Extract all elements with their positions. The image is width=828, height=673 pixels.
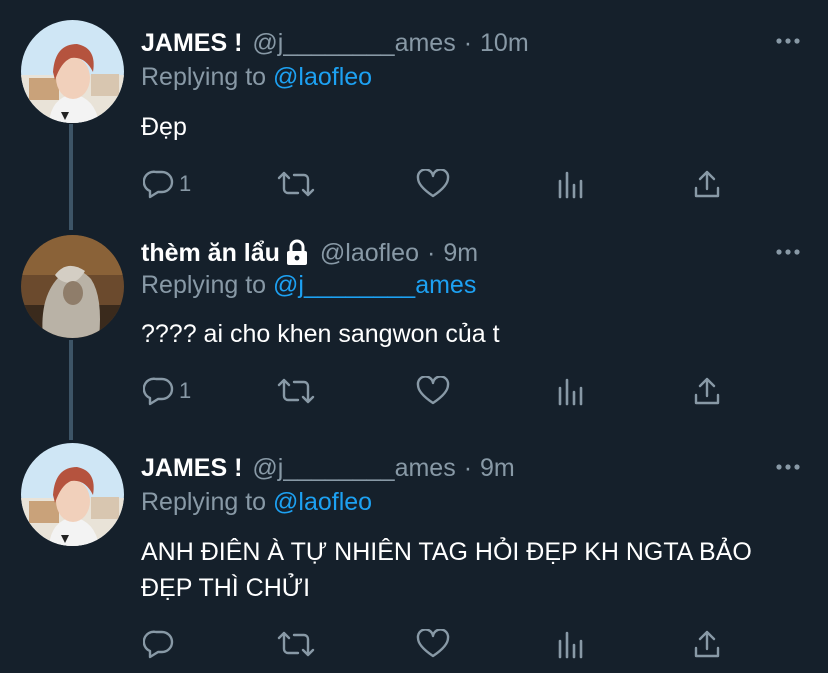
display-name[interactable]: JAMES ! bbox=[141, 29, 242, 58]
tweet-actions: 1 bbox=[0, 166, 828, 202]
more-options-icon[interactable] bbox=[776, 36, 800, 46]
reply-count: 1 bbox=[179, 171, 192, 196]
person-hoodie-avatar bbox=[21, 235, 124, 338]
tweet[interactable]: thèm ăn lẩu @laofleo · 9m Replying to @j… bbox=[0, 225, 828, 435]
avatar[interactable] bbox=[21, 443, 124, 546]
more-options-icon[interactable] bbox=[776, 462, 800, 472]
replying-to-label: Replying to bbox=[141, 63, 267, 91]
handle[interactable]: @j________ames bbox=[252, 454, 455, 483]
retweet-icon bbox=[277, 378, 315, 404]
share-button[interactable] bbox=[692, 166, 722, 202]
share-button[interactable] bbox=[692, 373, 722, 409]
tweet-text: Đẹp bbox=[141, 113, 187, 141]
mention-link[interactable]: @j________ames bbox=[273, 271, 476, 299]
tweet-actions: 1 bbox=[0, 373, 828, 409]
replying-to: Replying to @laofleo bbox=[141, 63, 372, 92]
tweet-text: ???? ai cho khen sangwon của t bbox=[141, 320, 500, 348]
separator-dot: · bbox=[426, 238, 436, 267]
mention-link[interactable]: @laofleo bbox=[273, 63, 372, 91]
tweet[interactable]: JAMES ! @j________ames · 10m Replying to… bbox=[0, 0, 828, 225]
share-icon bbox=[694, 377, 720, 405]
separator-dot: · bbox=[463, 28, 473, 57]
retweet-button[interactable] bbox=[276, 166, 320, 202]
lock-icon bbox=[284, 239, 310, 267]
avatar[interactable] bbox=[21, 235, 124, 338]
retweet-button[interactable] bbox=[276, 373, 320, 409]
like-button[interactable] bbox=[416, 166, 454, 202]
tweet[interactable]: JAMES ! @j________ames · 9m Replying to … bbox=[0, 435, 828, 673]
replying-to-label: Replying to bbox=[141, 271, 267, 299]
reply-button[interactable]: 1 bbox=[143, 166, 191, 202]
mention-link[interactable]: @laofleo bbox=[273, 488, 372, 516]
share-icon bbox=[694, 630, 720, 658]
heart-icon bbox=[416, 376, 450, 405]
more-options-icon[interactable] bbox=[776, 247, 800, 257]
reply-icon bbox=[143, 170, 174, 199]
tweet-actions bbox=[0, 626, 828, 662]
reply-button[interactable]: 1 bbox=[143, 373, 191, 409]
share-button[interactable] bbox=[692, 626, 722, 662]
tweet-thread: JAMES ! @j________ames · 10m Replying to… bbox=[0, 0, 828, 673]
replying-to-label: Replying to bbox=[141, 488, 267, 516]
retweet-icon bbox=[277, 631, 315, 657]
separator-dot: · bbox=[463, 453, 473, 482]
like-button[interactable] bbox=[416, 626, 454, 662]
tweet-header: thèm ăn lẩu @laofleo · 9m bbox=[141, 236, 478, 270]
timestamp[interactable]: 10m bbox=[480, 29, 529, 58]
like-button[interactable] bbox=[416, 373, 454, 409]
analytics-button[interactable] bbox=[556, 166, 586, 202]
person-red-hair-avatar bbox=[21, 443, 124, 546]
retweet-button[interactable] bbox=[276, 626, 320, 662]
avatar[interactable] bbox=[21, 20, 124, 123]
reply-icon bbox=[143, 630, 174, 659]
analytics-button[interactable] bbox=[556, 373, 586, 409]
handle[interactable]: @laofleo bbox=[320, 239, 419, 268]
heart-icon bbox=[416, 169, 450, 198]
handle[interactable]: @j________ames bbox=[252, 29, 455, 58]
timestamp[interactable]: 9m bbox=[480, 454, 515, 483]
analytics-icon bbox=[558, 378, 583, 406]
analytics-button[interactable] bbox=[556, 626, 586, 662]
timestamp[interactable]: 9m bbox=[443, 239, 478, 268]
replying-to: Replying to @laofleo bbox=[141, 488, 372, 517]
display-name[interactable]: thèm ăn lẩu bbox=[141, 239, 280, 268]
replying-to: Replying to @j________ames bbox=[141, 271, 476, 300]
reply-count: 1 bbox=[179, 378, 192, 403]
retweet-icon bbox=[277, 171, 315, 197]
tweet-header: JAMES ! @j________ames · 10m bbox=[141, 26, 529, 60]
heart-icon bbox=[416, 629, 450, 658]
analytics-icon bbox=[558, 631, 583, 659]
analytics-icon bbox=[558, 171, 583, 199]
reply-button[interactable] bbox=[143, 626, 179, 662]
reply-icon bbox=[143, 377, 174, 406]
display-name[interactable]: JAMES ! bbox=[141, 454, 242, 483]
share-icon bbox=[694, 170, 720, 198]
person-red-hair-avatar bbox=[21, 20, 124, 123]
tweet-header: JAMES ! @j________ames · 9m bbox=[141, 451, 515, 485]
tweet-text: ANH ĐIÊN À TỰ NHIÊN TAG HỎI ĐẸP KH NGTA … bbox=[141, 538, 752, 602]
